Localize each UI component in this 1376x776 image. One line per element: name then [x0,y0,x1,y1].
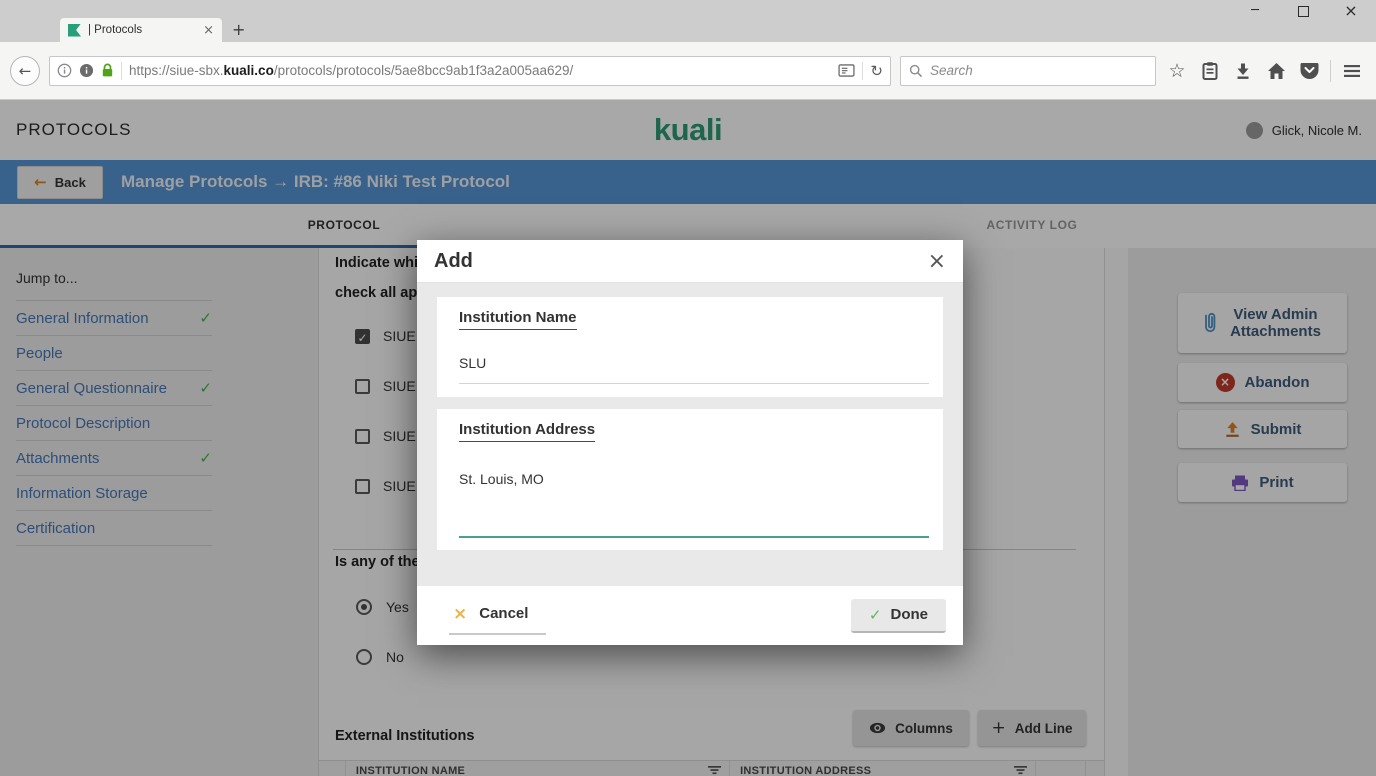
modal-header: Add × [417,240,963,283]
url-bar[interactable]: https://siue-sbx.kuali.co/protocols/prot… [49,56,891,86]
institution-name-input[interactable]: SLU [459,355,929,384]
focused-input-underline [459,536,929,538]
modal-title: Add [434,250,928,273]
done-button[interactable]: ✓ Done [851,599,946,633]
institution-address-label: Institution Address [459,421,595,442]
search-input[interactable]: Search [900,56,1156,86]
kuali-protocols-page: PROTOCOLS kuali Glick, Nicole M. ← Back … [0,100,1376,776]
browser-tab[interactable]: | Protocols × [60,18,222,42]
reader-mode-icon[interactable] [838,64,855,77]
institution-name-field: Institution Name SLU [437,297,943,397]
permissions-icon[interactable] [79,63,94,78]
tab-title: | Protocols [88,24,196,36]
menu-hamburger-icon[interactable] [1340,59,1364,83]
cancel-button[interactable]: × Cancel [449,597,546,635]
home-icon[interactable] [1264,59,1288,83]
tab-close-icon[interactable]: × [203,23,214,38]
urlbar-divider [862,62,863,80]
url-text[interactable]: https://siue-sbx.kuali.co/protocols/prot… [129,63,831,78]
downloads-icon[interactable] [1231,59,1255,83]
kuali-favicon-icon [68,24,81,37]
modal-footer: × Cancel ✓ Done [417,586,963,645]
secure-lock-icon[interactable] [101,63,114,78]
toolbar-divider [1330,60,1331,82]
browser-back-button[interactable]: ← [10,56,40,86]
pocket-icon[interactable] [1297,59,1321,83]
institution-address-field: Institution Address St. Louis, MO [437,409,943,550]
search-placeholder: Search [930,63,973,78]
browser-tabstrip: | Protocols × + [0,18,1376,42]
institution-address-input[interactable]: St. Louis, MO [459,471,544,487]
reload-icon[interactable]: ↻ [870,62,883,80]
maximize-icon [1298,6,1309,17]
modal-close-icon[interactable]: × [928,249,946,274]
modal-body: Institution Name SLU Institution Address… [417,283,963,586]
done-check-icon: ✓ [869,606,882,624]
institution-name-label: Institution Name [459,309,577,330]
new-tab-button[interactable]: + [232,20,245,39]
browser-toolbar: ← https://siue-sbx.kuali.co/protocols/pr… [0,42,1376,100]
window-titlebar: ─ × [0,0,1376,18]
bookmark-star-icon[interactable]: ☆ [1165,59,1189,83]
search-icon [909,64,923,78]
cancel-x-icon: × [453,604,467,624]
bookmarks-clipboard-icon[interactable] [1198,59,1222,83]
add-institution-modal: Add × Institution Name SLU Institution A… [417,240,963,645]
urlbar-divider [121,62,122,80]
page-info-icon[interactable] [57,63,72,78]
